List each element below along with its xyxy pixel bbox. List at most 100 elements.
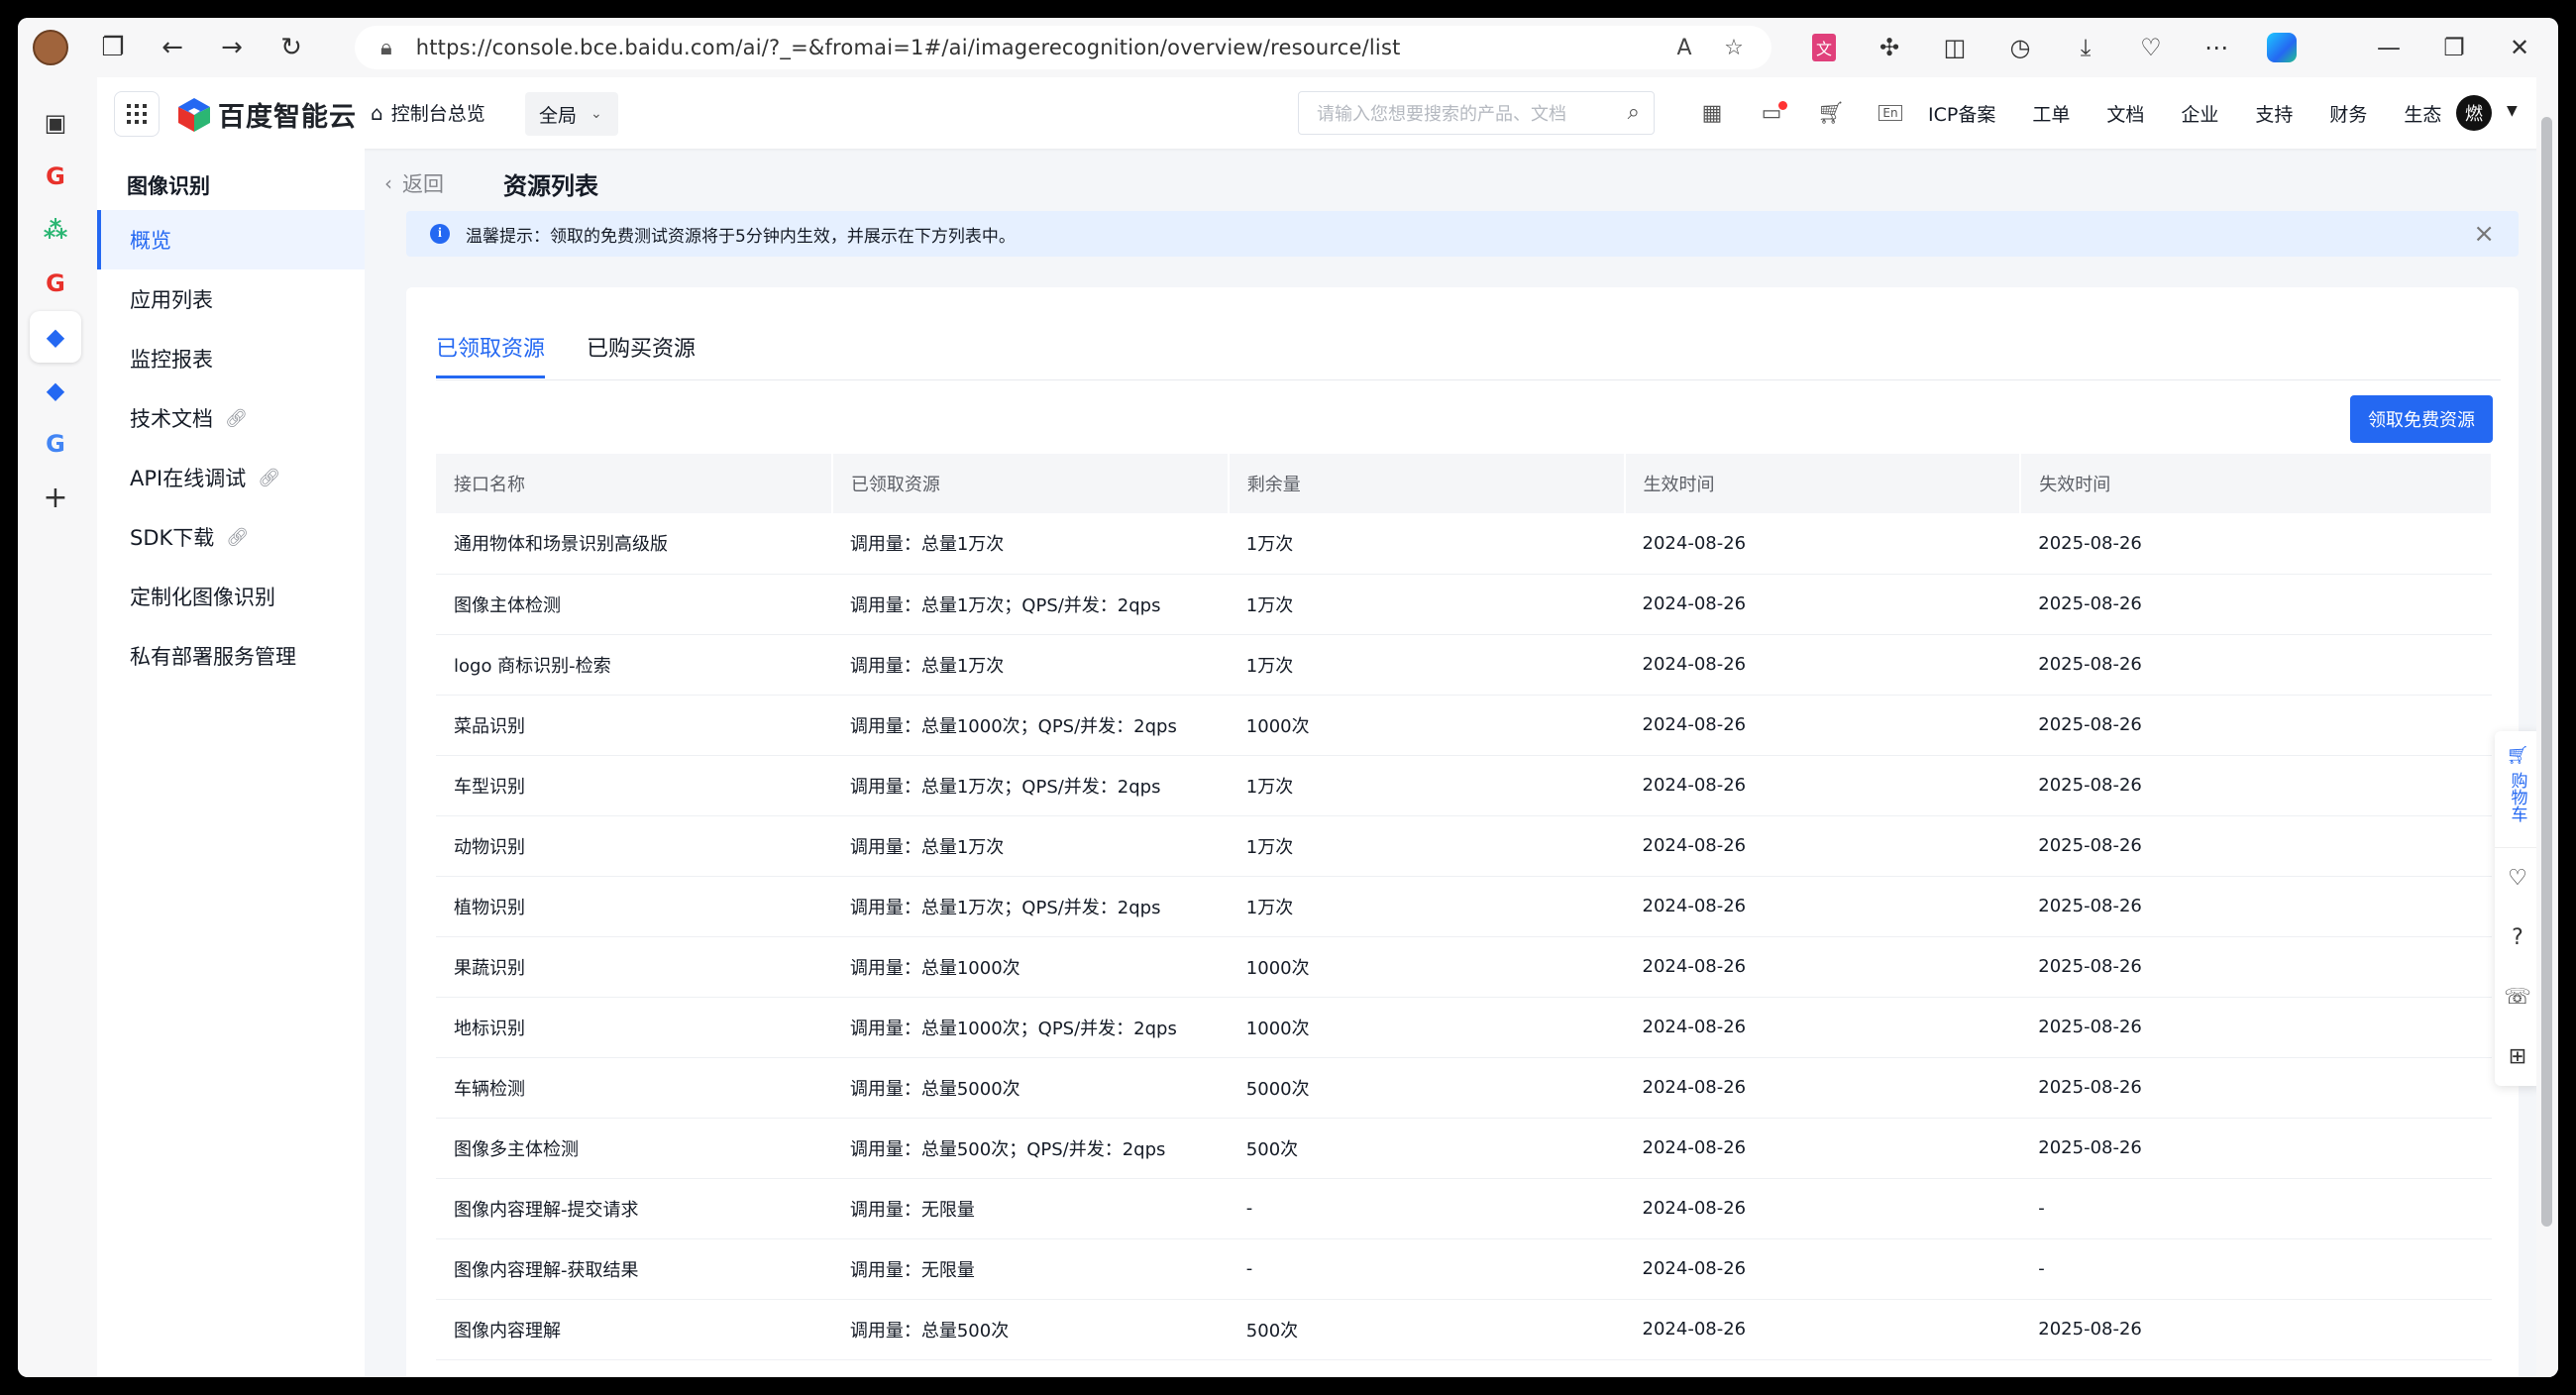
- close-window-icon[interactable]: ✕: [2487, 18, 2552, 77]
- qrcode-icon[interactable]: ▦: [1682, 91, 1742, 135]
- cart-icon[interactable]: 🛒︎: [1801, 91, 1861, 135]
- table-row: 菜品识别 调用量：总量1000次；QPS/并发：2qps 1000次 2024-08-…: [436, 695, 2492, 756]
- floating-cart-button[interactable]: 🛒︎ 购物车: [2495, 731, 2540, 848]
- cloud-logo-icon: [178, 97, 210, 132]
- region-select[interactable]: 全局 ⌄: [525, 92, 618, 136]
- sidebar-item-api-debug[interactable]: API在线调试 🔗︎: [97, 448, 365, 507]
- favorite-star-icon[interactable]: ☆: [1718, 32, 1750, 63]
- resource-tabs: 已领取资源 已购买资源: [436, 323, 2501, 380]
- sidebar-item-tech-docs[interactable]: 技术文档 🔗︎: [97, 388, 365, 448]
- table-cell: 2024-08-26: [1624, 876, 2021, 937]
- workspaces-icon[interactable]: ❐: [83, 18, 143, 77]
- nav-icp[interactable]: ICP备案: [1928, 100, 1995, 127]
- table-cell: 2024-08-26: [1624, 1238, 2021, 1300]
- user-avatar[interactable]: 燃: [2456, 95, 2492, 131]
- table-row: 果蔬识别 调用量：总量1000次 1000次 2024-08-26 2025-08-26: [436, 936, 2492, 998]
- vertical-tabs: ▣ G ⁂ G ◆ ◆ G +: [18, 77, 97, 1377]
- tab-favicon-1[interactable]: G: [30, 151, 81, 202]
- table-cell: 地标识别: [436, 997, 832, 1058]
- more-menu-icon[interactable]: ⋯: [2184, 18, 2249, 77]
- browser-essentials-icon[interactable]: ♡: [2118, 18, 2184, 77]
- table-cell: 植物识别: [436, 876, 832, 937]
- sidebar-item-monitor[interactable]: 监控报表: [97, 329, 365, 388]
- phone-icon[interactable]: ☏: [2495, 967, 2540, 1026]
- external-link-icon: 🔗︎: [226, 526, 250, 548]
- table-cell: 2024-08-26: [1624, 1057, 2021, 1119]
- column-header: 接口名称: [436, 454, 833, 513]
- back-link[interactable]: ‹ 返回: [384, 168, 444, 198]
- url-text[interactable]: https://console.bce.baidu.com/ai/?_=&fro…: [416, 36, 1401, 59]
- nav-docs[interactable]: 文档: [2106, 100, 2144, 127]
- sidebar-item-app-list[interactable]: 应用列表: [97, 269, 365, 329]
- tab-favicon-active[interactable]: ◆: [30, 311, 81, 363]
- claim-free-resource-button[interactable]: 领取免费资源: [2350, 395, 2493, 443]
- extensions-puzzle-icon[interactable]: ✣: [1857, 18, 1922, 77]
- page-title: 资源列表: [503, 172, 598, 200]
- product-menu-grid-icon[interactable]: [114, 91, 160, 137]
- tab-favicon-2[interactable]: ⁂: [30, 204, 81, 256]
- restore-icon[interactable]: ❐: [2421, 18, 2487, 77]
- brand-name: 百度智能云: [218, 102, 357, 133]
- sidebar-item-sdk-download[interactable]: SDK下载 🔗︎: [97, 507, 365, 567]
- table-row: 图像内容理解 调用量：总量500次 500次 2024-08-26 2025-08-26: [436, 1299, 2492, 1360]
- tab-panel-icon[interactable]: ▣: [30, 97, 81, 149]
- column-header: 已领取资源: [831, 454, 1230, 513]
- new-tab-plus-icon[interactable]: +: [30, 472, 81, 523]
- scrollbar-thumb[interactable]: [2541, 117, 2552, 1227]
- download-icon[interactable]: ⤓: [2053, 18, 2118, 77]
- table-cell: 图像多主体检测: [436, 1118, 832, 1179]
- table-cell: 调用量：总量1万次: [831, 815, 1229, 877]
- translate-extension-icon[interactable]: 文: [1791, 18, 1857, 77]
- table-cell: 2025-08-26: [2020, 634, 2492, 696]
- favorite-heart-icon[interactable]: ♡: [2495, 848, 2540, 908]
- sidebar-item-label: SDK下载: [130, 526, 215, 550]
- console-home-link[interactable]: ⌂ 控制台总览: [371, 99, 485, 126]
- sidebar-item-custom-recognition[interactable]: 定制化图像识别: [97, 567, 365, 626]
- nav-finance[interactable]: 财务: [2329, 100, 2367, 127]
- nav-enterprise[interactable]: 企业: [2181, 100, 2218, 127]
- table-cell: 1万次: [1228, 634, 1625, 696]
- nav-ecosystem[interactable]: 生态: [2404, 100, 2441, 127]
- notification-dot: [1778, 101, 1787, 110]
- page-scrollbar[interactable]: [2536, 77, 2558, 1377]
- forward-arrow-icon[interactable]: →: [202, 18, 262, 77]
- history-icon[interactable]: ◷: [1987, 18, 2053, 77]
- table-cell: -: [1228, 1238, 1625, 1300]
- apps-grid-icon[interactable]: ⊞: [2495, 1026, 2540, 1086]
- global-search-input[interactable]: 请输入您想要搜索的产品、文档 ⌕: [1298, 91, 1655, 135]
- profile-avatar[interactable]: [18, 18, 83, 77]
- sidebar-item-private-deploy[interactable]: 私有部署服务管理: [97, 626, 365, 686]
- split-screen-icon[interactable]: ◫: [1922, 18, 1987, 77]
- column-header: 剩余量: [1228, 454, 1626, 513]
- user-menu-caret-icon[interactable]: ▼: [2507, 103, 2518, 119]
- table-cell: 车辆检测: [436, 1057, 832, 1119]
- table-cell: 2024-08-26: [1624, 936, 2021, 998]
- nav-ticket[interactable]: 工单: [2032, 100, 2070, 127]
- sidebar-item-label: 定制化图像识别: [130, 586, 275, 609]
- console-home-label: 控制台总览: [390, 103, 485, 125]
- message-icon[interactable]: ▭: [1742, 91, 1801, 135]
- address-bar[interactable]: 🔒︎ https://console.bce.baidu.com/ai/?_=&…: [355, 26, 1771, 69]
- minimize-icon[interactable]: —: [2356, 18, 2421, 77]
- nav-support[interactable]: 支持: [2255, 100, 2293, 127]
- tab-favicon-3[interactable]: G: [30, 258, 81, 309]
- table-row: 车辆检测 调用量：总量5000次 5000次 2024-08-26 2025-08-26: [436, 1057, 2492, 1119]
- read-aloud-icon[interactable]: A: [1668, 32, 1700, 63]
- tab-purchased-resources[interactable]: 已购买资源: [587, 331, 696, 378]
- tab-claimed-resources[interactable]: 已领取资源: [436, 331, 546, 378]
- refresh-icon[interactable]: ↻: [262, 18, 321, 77]
- search-icon[interactable]: ⌕: [1628, 100, 1640, 125]
- language-icon[interactable]: En: [1861, 91, 1920, 135]
- brand-logo[interactable]: 百度智能云: [178, 95, 357, 134]
- column-header: 失效时间: [2020, 454, 2493, 513]
- close-icon[interactable]: ×: [2473, 219, 2495, 249]
- table-cell: 2025-08-26: [2020, 1118, 2492, 1179]
- table-cell: 图像内容理解-获取结果: [436, 1238, 832, 1300]
- help-question-icon[interactable]: ?: [2495, 908, 2540, 967]
- tab-favicon-google[interactable]: G: [30, 418, 81, 470]
- tab-favicon-5[interactable]: ◆: [30, 365, 81, 416]
- table-row: 车型识别 调用量：总量1万次；QPS/并发：2qps 1万次 2024-08-26 20…: [436, 755, 2492, 816]
- back-arrow-icon[interactable]: ←: [143, 18, 202, 77]
- sidebar-item-overview[interactable]: 概览: [97, 210, 365, 269]
- copilot-icon[interactable]: [2249, 18, 2314, 77]
